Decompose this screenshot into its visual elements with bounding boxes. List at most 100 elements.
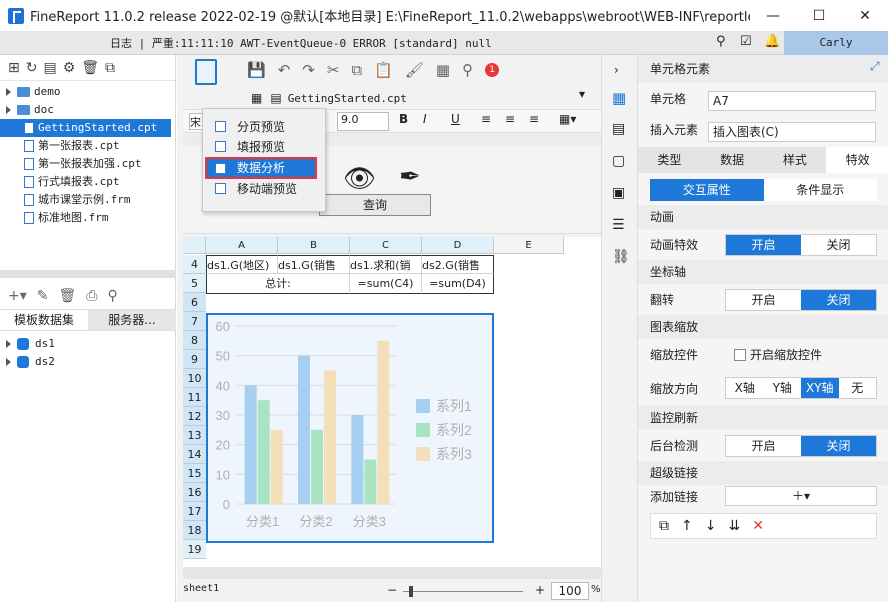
column-header[interactable]: A: [206, 237, 278, 254]
align-left-icon[interactable]: ≡: [481, 112, 491, 126]
column-header[interactable]: C: [350, 237, 422, 254]
insert-element-select[interactable]: 插入图表(C): [708, 122, 876, 142]
collapse-icon[interactable]: ›: [614, 63, 619, 77]
tree-item[interactable]: 行式填报表.cpt: [0, 173, 175, 191]
tab-data[interactable]: 数据: [700, 147, 764, 173]
off-option[interactable]: 关闭: [801, 435, 876, 456]
section-animation[interactable]: 动画: [638, 205, 888, 229]
cell-C4[interactable]: ds1.求和(销: [350, 255, 422, 274]
on-option[interactable]: 开启: [726, 234, 801, 255]
link-icon[interactable]: ⛓: [612, 249, 630, 265]
zoom-ctrl-checkbox[interactable]: [734, 348, 747, 361]
add-link-button[interactable]: ＋▾: [725, 486, 877, 506]
dir-option[interactable]: X轴: [726, 378, 764, 398]
cell-C5[interactable]: =sum(C4): [350, 274, 422, 294]
move-up-icon[interactable]: ↑: [681, 518, 693, 534]
condition-icon[interactable]: ☰: [612, 217, 625, 233]
redo-icon[interactable]: ↷: [302, 61, 315, 79]
tree-item[interactable]: 标准地图.frm: [0, 209, 175, 227]
dataset-item[interactable]: ds1: [0, 335, 176, 353]
copy-icon[interactable]: ⧉: [105, 60, 115, 76]
inspect-icon[interactable]: ⚲: [462, 61, 473, 79]
zoom-slider-handle[interactable]: [409, 586, 413, 597]
column-header[interactable]: B: [278, 237, 350, 254]
query-button[interactable]: 查询: [319, 194, 431, 216]
search-icon[interactable]: ⚲: [716, 34, 726, 49]
sheet-tab[interactable]: sheet1: [183, 583, 219, 594]
preview-icon[interactable]: ⎙: [86, 288, 97, 304]
tree-item[interactable]: doc: [0, 101, 175, 119]
undo-icon[interactable]: ↶: [278, 61, 291, 79]
border-icon[interactable]: ▦▾: [559, 112, 576, 126]
row-header[interactable]: 10: [183, 369, 206, 388]
dir-option[interactable]: XY轴: [801, 378, 839, 398]
border-icon[interactable]: ▢: [612, 153, 625, 169]
underline-button[interactable]: U: [451, 112, 460, 126]
row-header[interactable]: 5: [183, 274, 206, 293]
tab-server-dataset[interactable]: 服务器...: [88, 310, 176, 330]
add-dataset-icon[interactable]: +▾: [8, 288, 27, 304]
row-header[interactable]: 17: [183, 502, 206, 521]
row-header[interactable]: 4: [183, 255, 206, 274]
subtab-condition[interactable]: 条件显示: [763, 179, 877, 201]
copy-icon[interactable]: ⧉: [351, 61, 362, 79]
save-icon[interactable]: 💾: [247, 61, 266, 79]
pin-icon[interactable]: ⤢: [870, 59, 880, 74]
edit-icon[interactable]: ✎: [37, 288, 49, 304]
on-option[interactable]: 开启: [726, 435, 801, 456]
section-axis[interactable]: 坐标轴: [638, 260, 888, 284]
row-header[interactable]: 7: [183, 312, 206, 331]
dir-option[interactable]: 无: [838, 378, 876, 398]
tree-item[interactable]: demo: [0, 83, 175, 101]
refresh-icon[interactable]: ↻: [26, 60, 38, 76]
row-header[interactable]: 12: [183, 407, 206, 426]
tab-style[interactable]: 样式: [763, 147, 827, 173]
row-header[interactable]: 14: [183, 445, 206, 464]
close-button[interactable]: ✕: [842, 0, 888, 31]
zoom-out-button[interactable]: −: [387, 583, 397, 597]
delete-icon[interactable]: ✕: [752, 518, 764, 534]
tab-effect[interactable]: 特效: [826, 147, 888, 173]
tab-type[interactable]: 类型: [638, 147, 701, 173]
italic-button[interactable]: I: [423, 112, 427, 126]
tree-item[interactable]: 第一张报表.cpt: [0, 137, 175, 155]
row-header[interactable]: 6: [183, 293, 206, 312]
subtab-interaction[interactable]: 交互属性: [650, 179, 764, 201]
search-icon[interactable]: ⚲: [107, 288, 117, 304]
user-name[interactable]: Carly: [784, 31, 888, 55]
chart-cell-A7[interactable]: 0 10 20 30 40 50 60 分类1 分类2 分类3 系列1 系列2 系列3: [206, 313, 495, 543]
move-bottom-icon[interactable]: ⇊: [728, 518, 740, 534]
tab-menu-icon[interactable]: ▾: [579, 87, 585, 101]
align-center-icon[interactable]: ≡: [505, 112, 515, 126]
on-option[interactable]: 开启: [726, 289, 801, 310]
section-monitor[interactable]: 监控刷新: [638, 406, 888, 430]
tree-item[interactable]: 城市课堂示例.frm: [0, 191, 175, 209]
delete-icon[interactable]: 🗑: [81, 60, 99, 76]
new-folder-icon[interactable]: ⊞: [8, 60, 20, 76]
hide-icon[interactable]: 👁: [343, 164, 376, 194]
minimize-button[interactable]: —: [750, 0, 796, 31]
maximize-button[interactable]: ☐: [796, 0, 842, 31]
tree-item[interactable]: 第一张报表加强.cpt: [0, 155, 175, 173]
paste-icon[interactable]: 📋: [374, 61, 393, 79]
zoom-slider[interactable]: [403, 591, 523, 592]
cell-A4[interactable]: ds1.G(地区): [206, 255, 278, 274]
preview-dropdown-icon[interactable]: [195, 59, 217, 85]
row-header[interactable]: 8: [183, 331, 206, 350]
section-chart-zoom[interactable]: 图表缩放: [638, 315, 888, 339]
help-icon[interactable]: ☑: [740, 34, 752, 49]
row-header[interactable]: 11: [183, 388, 206, 407]
tree-item-selected[interactable]: GettingStarted.cpt: [0, 119, 171, 137]
row-header[interactable]: 13: [183, 426, 206, 445]
zoom-in-button[interactable]: +: [535, 583, 545, 597]
doc-tab[interactable]: GettingStarted.cpt: [288, 92, 407, 105]
menu-item-data-analysis[interactable]: 数据分析: [205, 157, 317, 179]
menu-item-mobile-preview[interactable]: 移动端预览: [203, 179, 325, 199]
cell-D4[interactable]: ds2.G(销售: [422, 255, 494, 274]
pen-icon[interactable]: ✒: [399, 162, 421, 192]
zoom-input[interactable]: 100: [551, 582, 589, 600]
row-header[interactable]: 9: [183, 350, 206, 369]
widget-icon[interactable]: ▣: [612, 185, 625, 201]
align-right-icon[interactable]: ≡: [529, 112, 539, 126]
cell-element-icon[interactable]: ▦: [612, 89, 626, 107]
